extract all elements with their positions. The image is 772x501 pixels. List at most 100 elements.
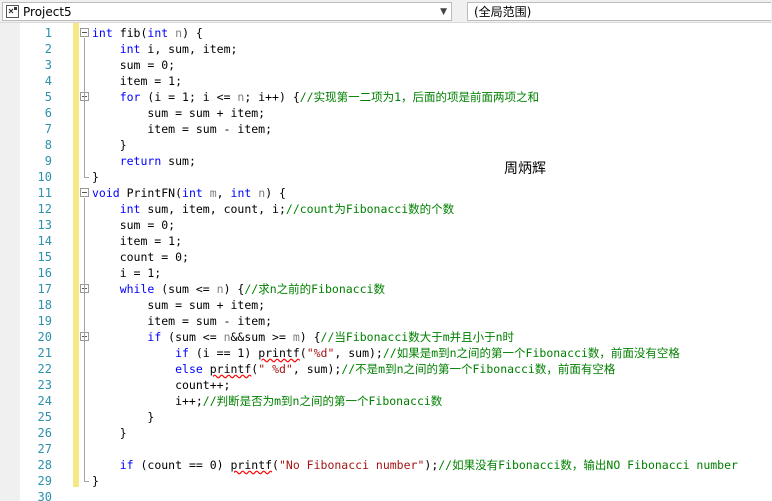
- code-line[interactable]: 3 sum = 0;: [0, 57, 772, 73]
- code-line[interactable]: 2 int i, sum, item;: [0, 41, 772, 57]
- code-token: int: [92, 26, 113, 40]
- code-token: printf: [209, 362, 252, 376]
- code-token: //count为Fibonacci数的个数: [285, 202, 455, 216]
- code-text: return sum;: [92, 153, 196, 169]
- code-token: sum;: [161, 154, 196, 168]
- code-text: void PrintFN(int m, int n) {: [92, 185, 286, 201]
- code-token: , sum);: [334, 346, 383, 360]
- line-number: 11: [37, 186, 52, 200]
- code-line[interactable]: 26 }: [0, 425, 772, 441]
- code-token: for: [119, 90, 141, 104]
- line-number: 5: [44, 90, 52, 104]
- code-line[interactable]: 19 item = sum - item;: [0, 313, 772, 329]
- code-token: }: [92, 170, 99, 184]
- code-token: //如果没有Fibonacci数，输出NO Fibonacci number: [438, 458, 738, 472]
- code-line[interactable]: 14 item = 1;: [0, 233, 772, 249]
- line-number: 2: [44, 42, 52, 56]
- code-token: sum = sum + item;: [92, 106, 266, 120]
- code-line[interactable]: 11 void PrintFN(int m, int n) {: [0, 185, 772, 201]
- code-line[interactable]: 27: [0, 441, 772, 457]
- line-number: 14: [37, 234, 52, 248]
- code-text: item = 1;: [92, 233, 182, 249]
- collapse-icon[interactable]: [80, 188, 89, 197]
- code-text: }: [92, 169, 99, 185]
- outline-guide-end: [84, 177, 89, 178]
- code-line[interactable]: 4 item = 1;: [0, 73, 772, 89]
- code-token: m: [292, 330, 300, 344]
- line-number: 24: [37, 394, 52, 408]
- code-token: (i = 1; i <=: [140, 90, 238, 104]
- line-number: 6: [44, 106, 52, 120]
- code-text: item = 1;: [92, 73, 182, 89]
- code-line[interactable]: 8 }: [0, 137, 772, 153]
- line-number: 26: [37, 426, 52, 440]
- code-token: sum, item, count, i;: [140, 202, 286, 216]
- code-text: else printf(" %d", sum);//不是m到n之间的第一个Fib…: [92, 361, 615, 377]
- code-line[interactable]: 23 count++;: [0, 377, 772, 393]
- project-icon: [6, 5, 19, 18]
- code-line[interactable]: 7 item = sum - item;: [0, 121, 772, 137]
- code-token: n: [216, 282, 224, 296]
- code-text: int sum, item, count, i;//count为Fibonacc…: [92, 201, 454, 217]
- code-line[interactable]: 25 }: [0, 409, 772, 425]
- code-token: );: [424, 458, 439, 472]
- code-token: ,: [216, 186, 231, 200]
- code-editor[interactable]: 1 int fib(int n) {2 int i, sum, item; 3 su…: [0, 23, 772, 501]
- code-token: n: [223, 330, 231, 344]
- code-line[interactable]: 24 i++;//判断是否为m到n之间的第一个Fibonacci数: [0, 393, 772, 409]
- line-number: 30: [37, 490, 52, 501]
- code-line[interactable]: 30: [0, 489, 772, 501]
- code-token: i = 1;: [92, 266, 162, 280]
- code-text: sum = sum + item;: [92, 105, 265, 121]
- code-token: count = 0;: [92, 250, 189, 264]
- collapse-icon[interactable]: [80, 28, 89, 37]
- code-token: i, sum, item;: [140, 42, 238, 56]
- chevron-down-icon[interactable]: ▼: [440, 6, 447, 18]
- code-token: //求n之前的Fibonacci数: [244, 282, 385, 296]
- code-text: if (i == 1) printf("%d", sum);//如果是m到n之间…: [92, 345, 680, 361]
- code-line[interactable]: 20 if (sum <= n&&sum >= m) {//当Fibonacci…: [0, 329, 772, 345]
- code-token: }: [92, 138, 127, 152]
- code-line[interactable]: 12 int sum, item, count, i;//count为Fibon…: [0, 201, 772, 217]
- code-token: sum = 0;: [92, 218, 176, 232]
- code-text: count++;: [92, 377, 230, 393]
- code-line[interactable]: 18 sum = sum + item;: [0, 297, 772, 313]
- code-line[interactable]: 13 sum = 0;: [0, 217, 772, 233]
- code-token: sum = sum + item;: [92, 298, 266, 312]
- line-number: 17: [37, 282, 52, 296]
- code-line[interactable]: 29}: [0, 473, 772, 489]
- line-number: 21: [37, 346, 52, 360]
- line-number: 8: [44, 138, 52, 152]
- line-number: 4: [44, 74, 52, 88]
- scope-dropdown[interactable]: (全局范围): [467, 2, 771, 21]
- code-token: //如果是m到n之间的第一个Fibonacci数，前面没有空格: [382, 346, 680, 360]
- code-line[interactable]: 5 for (i = 1; i <= n; i++) {//实现第一二项为1，后…: [0, 89, 772, 105]
- code-token: int: [182, 186, 203, 200]
- code-line[interactable]: 22 else printf(" %d", sum);//不是m到n之间的第一个…: [0, 361, 772, 377]
- code-token: ) {: [182, 26, 203, 40]
- code-token: (: [299, 346, 307, 360]
- code-line[interactable]: 6 sum = sum + item;: [0, 105, 772, 121]
- line-number: 15: [37, 250, 52, 264]
- line-number: 28: [37, 458, 52, 472]
- line-number: 23: [37, 378, 52, 392]
- code-token: PrintFN(: [119, 186, 183, 200]
- code-line[interactable]: 10}: [0, 169, 772, 185]
- code-line[interactable]: 9 return sum;: [0, 153, 772, 169]
- project-dropdown[interactable]: Project5 ▼: [2, 2, 452, 21]
- code-token: "No Fibonacci number": [278, 458, 425, 472]
- code-line[interactable]: 21 if (i == 1) printf("%d", sum);//如果是m到…: [0, 345, 772, 361]
- code-line[interactable]: 1 int fib(int n) {: [0, 25, 772, 41]
- navigation-bar: Project5 ▼ (全局范围): [0, 0, 772, 23]
- code-line[interactable]: 28 if (count == 0) printf("No Fibonacci …: [0, 457, 772, 473]
- code-line[interactable]: 15 count = 0;: [0, 249, 772, 265]
- code-line[interactable]: 16 i = 1;: [0, 265, 772, 281]
- code-line[interactable]: 17 while (sum <= n) {//求n之前的Fibonacci数: [0, 281, 772, 297]
- code-token: count++;: [92, 378, 231, 392]
- project-name: Project5: [23, 5, 72, 19]
